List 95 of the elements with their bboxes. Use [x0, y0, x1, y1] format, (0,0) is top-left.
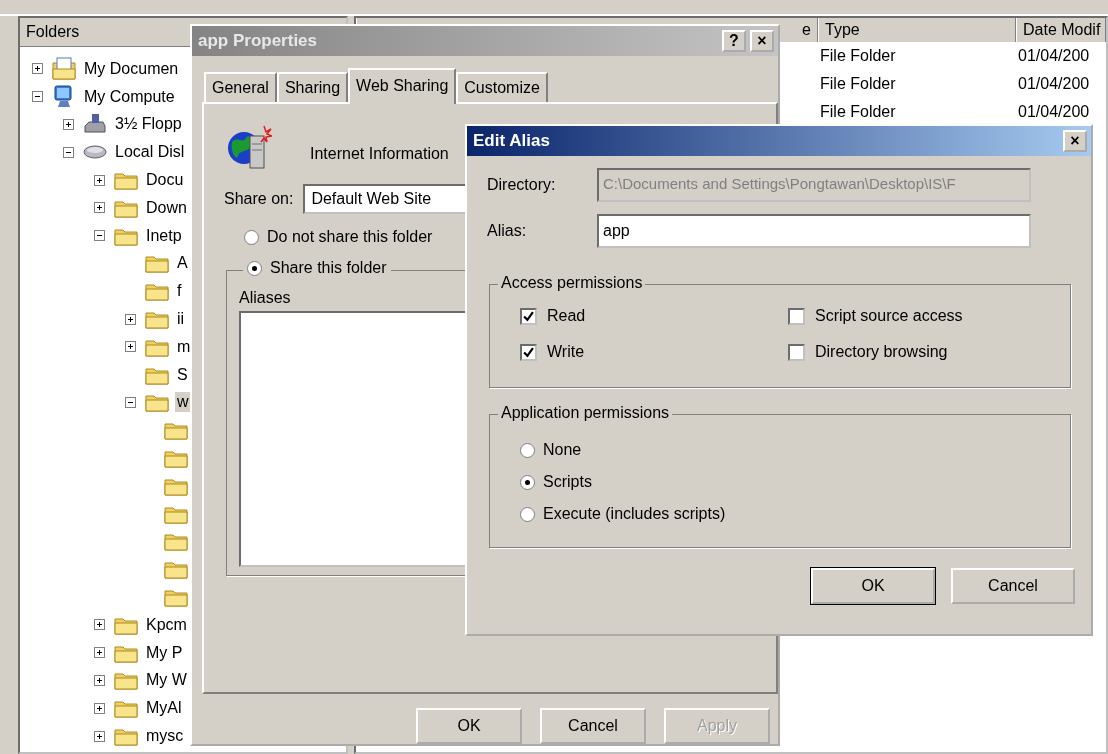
- folder-icon: [164, 420, 188, 441]
- tree-item[interactable]: mysc: [144, 726, 186, 746]
- checkmark-icon: [523, 310, 534, 322]
- dialog-button[interactable]: OK: [416, 708, 522, 744]
- radio-button[interactable]: [520, 506, 535, 522]
- disk-drive-icon: [83, 144, 107, 161]
- tree-item[interactable]: w: [175, 392, 191, 413]
- table-cell-text: File Folder: [819, 75, 897, 93]
- checkbox[interactable]: [788, 307, 805, 325]
- table-cell-text: 01/04/200: [1017, 75, 1091, 93]
- expand-icon[interactable]: [94, 174, 105, 186]
- folder-icon: [145, 309, 169, 330]
- window-title: Edit Alias: [473, 131, 551, 151]
- radio-label[interactable]: None: [543, 441, 582, 459]
- checkmark-icon: [523, 346, 534, 358]
- collapse-icon[interactable]: [125, 396, 136, 408]
- service-label: Internet Information: [310, 145, 449, 163]
- tree-item[interactable]: 3½ Flopp: [113, 114, 184, 135]
- tab[interactable]: Customize: [456, 72, 548, 102]
- field-label: Share on:: [224, 190, 294, 208]
- folder-icon: [164, 448, 188, 469]
- dialog-button[interactable]: Cancel: [951, 568, 1075, 604]
- folder-icon: [114, 698, 138, 719]
- folder-icon: [145, 392, 169, 413]
- tab[interactable]: Sharing: [276, 72, 349, 102]
- checkbox-label[interactable]: Read: [547, 307, 586, 325]
- table-cell-text: 01/04/200: [1017, 103, 1091, 121]
- expand-icon[interactable]: [94, 702, 105, 714]
- expand-icon[interactable]: [63, 119, 74, 130]
- checkbox[interactable]: [520, 307, 537, 325]
- folder-icon: [145, 253, 169, 274]
- table-cell-text: 01/04/200: [1017, 47, 1091, 65]
- folder-icon: [114, 170, 138, 191]
- expand-icon[interactable]: [94, 730, 105, 742]
- tree-item[interactable]: Down: [144, 197, 189, 218]
- expand-icon[interactable]: [94, 647, 105, 659]
- checkbox[interactable]: [788, 343, 805, 361]
- expand-icon[interactable]: [94, 202, 105, 214]
- folder-icon: [164, 531, 188, 552]
- alias-field[interactable]: app: [597, 214, 1031, 248]
- expand-icon[interactable]: [125, 341, 136, 353]
- table-cell-text: File Folder: [819, 47, 897, 65]
- checkbox-label[interactable]: Script source access: [815, 307, 963, 325]
- tree-item[interactable]: f: [175, 281, 184, 302]
- folder-icon: [164, 559, 188, 580]
- expand-icon[interactable]: [32, 63, 43, 75]
- tab[interactable]: Web Sharing: [348, 68, 457, 104]
- group-title: Application permissions: [498, 404, 673, 422]
- dialog-button[interactable]: OK: [811, 568, 935, 604]
- column-header[interactable]: Date Modif: [1016, 18, 1106, 42]
- column-header[interactable]: Type: [818, 18, 1016, 42]
- tree-item[interactable]: S: [175, 364, 190, 385]
- tree-item[interactable]: A: [175, 253, 190, 274]
- tree-item[interactable]: MyAl: [144, 698, 184, 719]
- expand-icon[interactable]: [94, 674, 105, 686]
- tree-item[interactable]: Kpcm: [144, 614, 189, 635]
- tree-item[interactable]: m: [175, 336, 193, 357]
- collapse-icon[interactable]: [63, 146, 74, 158]
- list-label: Aliases: [239, 289, 292, 307]
- tree-item[interactable]: Inetp: [144, 225, 184, 246]
- expand-icon[interactable]: [94, 619, 105, 631]
- collapse-icon[interactable]: [32, 91, 43, 103]
- collapse-icon[interactable]: [94, 230, 105, 242]
- globe-server-icon: [226, 124, 272, 170]
- table-cell-text: File Folder: [819, 103, 897, 121]
- window-title: app Properties: [198, 31, 319, 51]
- tree-item[interactable]: Docu: [144, 170, 186, 191]
- radio-label[interactable]: Do not share this folder: [267, 228, 433, 246]
- tree-item[interactable]: My W: [144, 670, 189, 691]
- group-title: Access permissions: [498, 274, 646, 292]
- tree-item[interactable]: My Documen: [82, 58, 181, 79]
- radio-button[interactable]: [244, 229, 259, 245]
- field-label: Alias:: [487, 222, 528, 240]
- folder-icon: [114, 726, 138, 746]
- radio-button[interactable]: [247, 260, 262, 276]
- checkbox[interactable]: [520, 343, 537, 361]
- tree-item[interactable]: ii: [175, 309, 187, 330]
- folder-icon: [145, 281, 169, 302]
- radio-label[interactable]: Execute (includes scripts): [543, 505, 726, 523]
- tab[interactable]: General: [204, 72, 277, 102]
- folder-icon: [164, 587, 188, 608]
- radio-button[interactable]: [520, 474, 535, 490]
- tree-item[interactable]: Local Disl: [113, 142, 187, 163]
- close-button[interactable]: ×: [1063, 130, 1087, 152]
- documents-folder-icon: [52, 56, 76, 81]
- tree-item[interactable]: My P: [144, 642, 185, 663]
- radio-button[interactable]: [520, 442, 535, 458]
- dialog-button[interactable]: Cancel: [540, 708, 646, 744]
- folder-icon: [114, 670, 138, 691]
- tree-item[interactable]: My Compute: [82, 86, 177, 107]
- expand-icon[interactable]: [125, 313, 136, 325]
- radio-label[interactable]: Scripts: [543, 473, 592, 491]
- checkbox-label[interactable]: Write: [547, 343, 585, 361]
- checkbox-label[interactable]: Directory browsing: [815, 343, 948, 361]
- pane-title: Folders: [26, 23, 80, 41]
